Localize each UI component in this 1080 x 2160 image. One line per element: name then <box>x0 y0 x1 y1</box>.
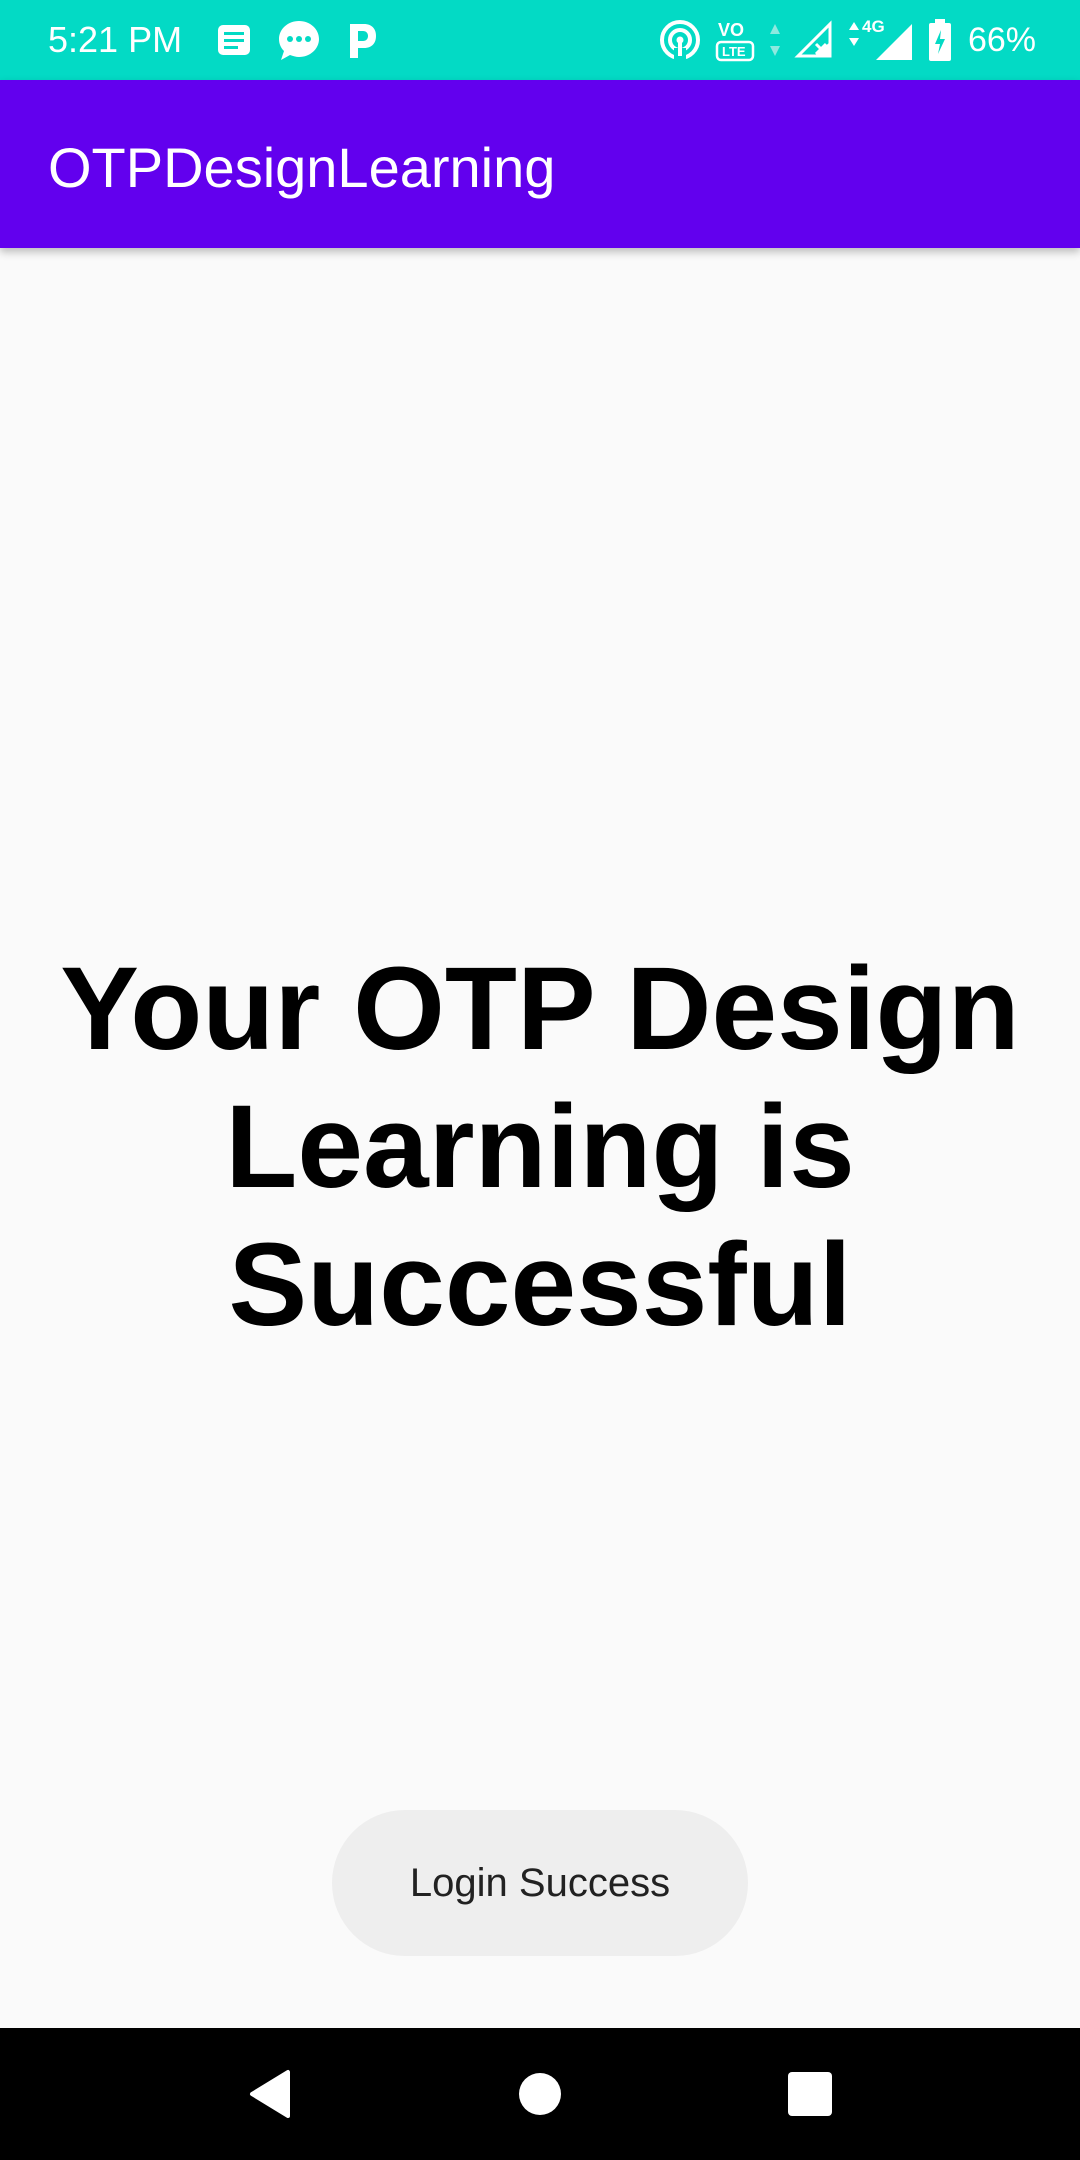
signal-no-service-icon <box>794 20 834 60</box>
recents-icon <box>787 2071 833 2117</box>
toast: Login Success <box>332 1810 748 1956</box>
status-time: 5:21 PM <box>48 19 183 60</box>
screen: 5:21 PM VO LTE 4G 66% OTPDesignLearning … <box>0 0 1080 2160</box>
svg-text:VO: VO <box>718 20 744 40</box>
data-activity-icon <box>768 20 782 60</box>
app-title: OTPDesignLearning <box>48 136 556 199</box>
hotspot-icon <box>658 18 702 62</box>
home-icon <box>518 2072 562 2116</box>
success-message: Your OTP Design Learning is Successful <box>60 943 1020 1351</box>
sms-notification-icon <box>214 21 254 61</box>
chat-notification-icon <box>276 18 322 64</box>
svg-text:LTE: LTE <box>722 44 746 59</box>
status-bar: 5:21 PM VO LTE 4G 66% <box>0 0 1080 80</box>
volte-icon: VO LTE <box>714 16 756 64</box>
recents-button[interactable] <box>778 2062 842 2126</box>
notification-icons <box>214 16 380 66</box>
navigation-bar <box>0 2028 1080 2160</box>
back-icon <box>248 2068 292 2120</box>
battery-percent: 66% <box>967 21 1036 59</box>
home-button[interactable] <box>508 2062 572 2126</box>
toast-text: Login Success <box>409 1860 671 1905</box>
back-button[interactable] <box>238 2062 302 2126</box>
system-status-icons: VO LTE 4G 66% <box>658 14 1036 66</box>
parking-app-icon <box>344 20 380 62</box>
svg-text:4G: 4G <box>862 17 885 36</box>
app-bar: OTPDesignLearning <box>0 80 1080 248</box>
4g-signal-icon: 4G <box>846 16 916 64</box>
battery-charging-icon <box>928 18 952 62</box>
